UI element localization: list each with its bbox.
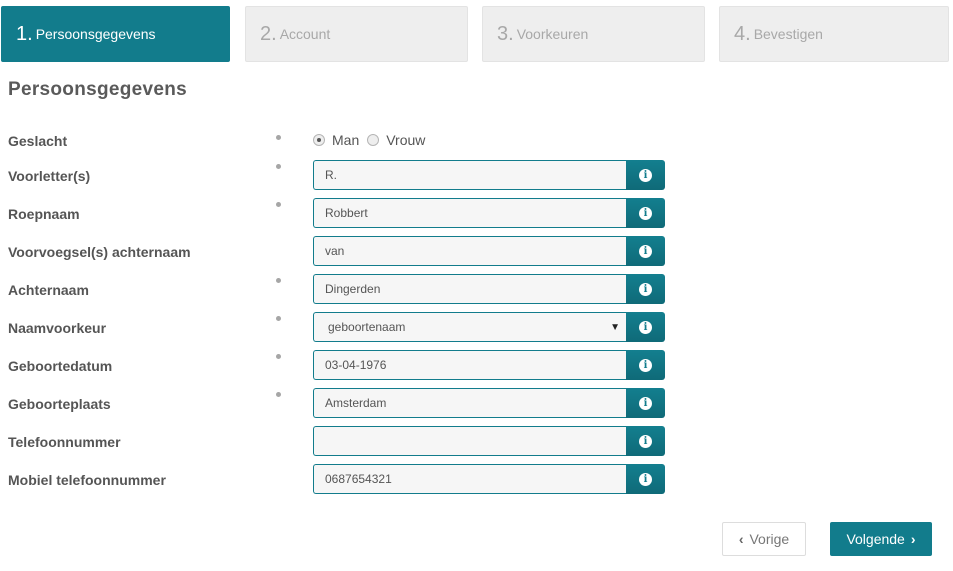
radio-man[interactable]: Man [313,132,359,148]
voorletters-input[interactable] [313,160,626,190]
field-label: Achternaam [8,282,89,298]
info-icon: i [639,434,652,448]
step-label: Voorkeuren [516,26,589,42]
dropdown-caret-icon: ▼ [610,322,620,333]
field-label: Geboortedatum [8,358,113,374]
field-label: Voorvoegsel(s) achternaam [8,244,191,260]
info-button[interactable]: i [626,236,665,266]
previous-button[interactable]: ‹ Vorige [722,522,806,556]
required-indicator-icon [276,316,281,321]
info-icon: i [639,244,652,258]
info-icon: i [639,206,652,220]
info-icon: i [639,396,652,410]
form-row-mobiel: Mobiel telefoonnummer i [0,464,953,494]
info-button[interactable]: i [626,388,665,418]
form-row-geboortedatum: Geboortedatum i [0,350,953,380]
info-icon: i [639,282,652,296]
geboortedatum-input[interactable] [313,350,626,380]
form-row-voorvoegsels: Voorvoegsel(s) achternaam i [0,236,953,266]
step-number: 2. [260,22,277,45]
required-indicator-icon [276,392,281,397]
voorvoegsels-input[interactable] [313,236,626,266]
field-label: Voorletter(s) [8,168,91,184]
step-number: 3. [497,22,514,45]
radio-label: Man [332,132,360,148]
radio-checked-icon[interactable] [313,134,325,146]
form-row-roepnaam: Roepnaam i [0,198,953,228]
form-row-voorletters: Voorletter(s) i [0,160,953,190]
info-icon: i [639,472,652,486]
mobiel-input[interactable] [313,464,626,494]
info-icon: i [639,358,652,372]
radio-vrouw[interactable]: Vrouw [367,132,425,148]
info-button[interactable]: i [626,160,665,190]
naamvoorkeur-select[interactable]: geboortenaam ▼ [313,312,626,342]
step-bevestigen[interactable]: 4. Bevestigen [719,6,949,62]
field-label: Geslacht [8,133,68,149]
achternaam-input[interactable] [313,274,626,304]
step-persoonsgegevens[interactable]: 1. Persoonsgegevens [1,6,230,62]
roepnaam-input[interactable] [313,198,626,228]
step-label: Bevestigen [753,26,823,42]
form-row-geslacht: Geslacht Man Vrouw [0,131,953,161]
field-label: Telefoonnummer [8,434,121,450]
next-button[interactable]: Volgende › [830,522,932,556]
info-button[interactable]: i [626,312,665,342]
info-button[interactable]: i [626,198,665,228]
field-label: Geboorteplaats [8,396,111,412]
page-title: Persoonsgegevens [8,79,188,100]
info-button[interactable]: i [626,274,665,304]
geboorteplaats-input[interactable] [313,388,626,418]
required-indicator-icon [276,135,281,140]
form-row-geboorteplaats: Geboorteplaats i [0,388,953,418]
previous-label: Vorige [749,531,790,547]
field-label: Naamvoorkeur [8,320,107,336]
required-indicator-icon [276,354,281,359]
chevron-right-icon: › [910,531,916,547]
required-indicator-icon [276,202,281,207]
wizard-steps: 1. Persoonsgegevens 2. Account 3. Voorke… [0,6,953,62]
radio-unchecked-icon[interactable] [367,134,380,146]
info-button[interactable]: i [626,464,665,494]
step-account[interactable]: 2. Account [245,6,468,62]
chevron-left-icon: ‹ [738,531,744,547]
select-value: geboortenaam [328,320,406,334]
step-number: 4. [734,22,751,45]
step-voorkeuren[interactable]: 3. Voorkeuren [482,6,705,62]
required-indicator-icon [276,164,281,169]
info-button[interactable]: i [626,426,665,456]
form-row-achternaam: Achternaam i [0,274,953,304]
next-label: Volgende [846,531,905,547]
field-label: Mobiel telefoonnummer [8,472,166,488]
required-indicator-icon [276,278,281,283]
info-button[interactable]: i [626,350,665,380]
field-label: Roepnaam [8,206,80,222]
step-label: Persoonsgegevens [35,26,156,42]
telefoonnummer-input[interactable] [313,426,626,456]
info-icon: i [639,320,652,334]
form-row-naamvoorkeur: Naamvoorkeur geboortenaam ▼ i [0,312,953,342]
radio-label: Vrouw [386,132,426,148]
form-row-telefoonnummer: Telefoonnummer i [0,426,953,456]
step-number: 1. [16,22,33,45]
step-label: Account [279,26,331,42]
gender-radio-group: Man Vrouw [313,132,433,148]
info-icon: i [639,168,652,182]
